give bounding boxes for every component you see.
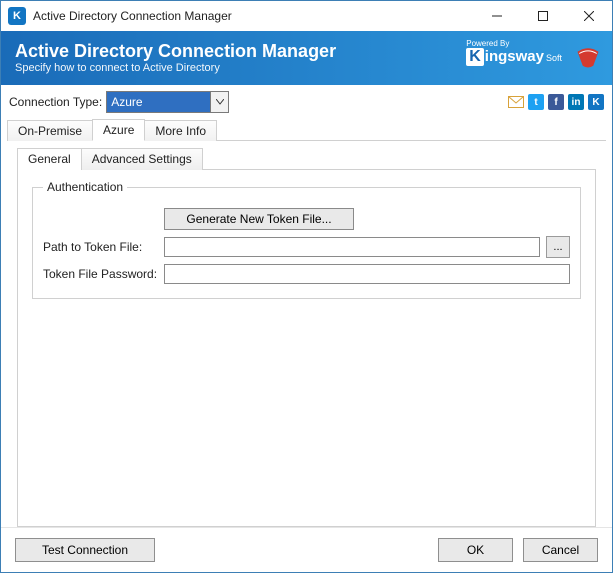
footer: Test Connection OK Cancel: [1, 527, 612, 572]
path-to-token-input[interactable]: [164, 237, 540, 257]
inner-tab-strip: General Advanced Settings: [17, 147, 596, 169]
connection-type-combo[interactable]: Azure: [106, 91, 229, 113]
brand-soft: Soft: [546, 53, 562, 63]
token-password-label: Token File Password:: [43, 267, 158, 281]
connection-type-value: Azure: [107, 92, 210, 112]
minimize-button[interactable]: [474, 1, 520, 31]
authentication-group: Authentication Generate New Token File..…: [32, 180, 581, 299]
test-connection-button[interactable]: Test Connection: [15, 538, 155, 562]
browse-button[interactable]: ...: [546, 236, 570, 258]
brand-k-icon: K: [466, 48, 484, 66]
kingsway-icon[interactable]: K: [588, 94, 604, 110]
path-to-token-label: Path to Token File:: [43, 240, 158, 254]
sql-server-icon: [574, 43, 602, 71]
tab-azure[interactable]: Azure: [92, 119, 145, 141]
facebook-icon[interactable]: f: [548, 94, 564, 110]
outer-tab-pane: General Advanced Settings Authentication…: [1, 141, 612, 527]
inner-tab-pane: Authentication Generate New Token File..…: [17, 169, 596, 527]
twitter-icon[interactable]: t: [528, 94, 544, 110]
tab-more-info[interactable]: More Info: [144, 120, 217, 141]
generate-token-button[interactable]: Generate New Token File...: [164, 208, 354, 230]
mail-icon[interactable]: [508, 94, 524, 110]
banner-title: Active Directory Connection Manager: [15, 42, 336, 62]
powered-by-label: Powered By: [466, 39, 509, 48]
cancel-button[interactable]: Cancel: [523, 538, 598, 562]
linkedin-icon[interactable]: in: [568, 94, 584, 110]
dialog-window: K Active Directory Connection Manager Ac…: [0, 0, 613, 573]
brand-name: ingsway: [485, 48, 544, 65]
brand-logo: Powered By K ingsway Soft: [466, 39, 562, 66]
maximize-button[interactable]: [520, 1, 566, 31]
close-button[interactable]: [566, 1, 612, 31]
token-password-input[interactable]: [164, 264, 570, 284]
window-title: Active Directory Connection Manager: [33, 9, 474, 23]
social-icons: t f in K: [508, 94, 604, 110]
banner: Active Directory Connection Manager Spec…: [1, 31, 612, 85]
tab-general[interactable]: General: [17, 148, 82, 170]
titlebar: K Active Directory Connection Manager: [1, 1, 612, 31]
connection-row: Connection Type: Azure t f in K: [1, 85, 612, 117]
banner-subtitle: Specify how to connect to Active Directo…: [15, 62, 336, 74]
authentication-legend: Authentication: [43, 180, 127, 194]
chevron-down-icon[interactable]: [210, 92, 228, 112]
outer-tab-strip: On-Premise Azure More Info: [1, 117, 612, 140]
ok-button[interactable]: OK: [438, 538, 513, 562]
tab-advanced-settings[interactable]: Advanced Settings: [81, 148, 203, 170]
tab-on-premise[interactable]: On-Premise: [7, 120, 93, 141]
app-icon: K: [8, 7, 26, 25]
connection-type-label: Connection Type:: [9, 95, 102, 109]
